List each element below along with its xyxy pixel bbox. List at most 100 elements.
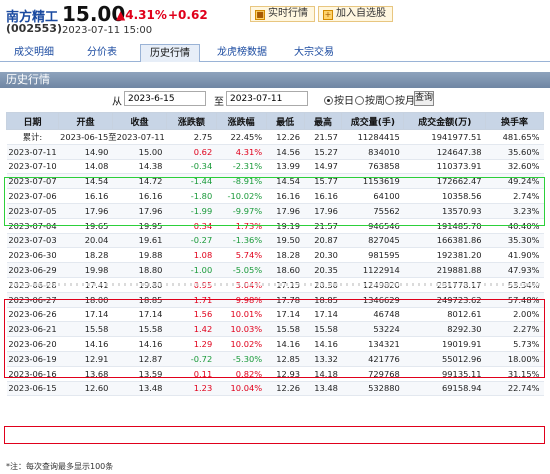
cell-turnover: 32.60% [485, 159, 544, 175]
cell-date: 2023-07-04 [6, 218, 59, 234]
cell-close: 18.80 [112, 262, 167, 278]
table-row: 2023-07-05 17.96 17.96 -1.99 -9.97% 17.96 17.9… [6, 203, 544, 219]
cell-low: 17.14 [266, 307, 305, 323]
cell-volume: 64100 [341, 188, 404, 204]
table-row: 2023-07-06 16.16 16.16 -1.80 -10.02% 16.16 16.… [6, 188, 544, 204]
cell-low: 14.54 [266, 173, 305, 190]
cell-high: 20.87 [304, 233, 342, 249]
cell-change: 1.23 [166, 381, 217, 397]
cell-amount: 219881.88 [403, 262, 486, 278]
radio-dot-icon [324, 96, 333, 105]
cell-turnover: 41.90% [485, 247, 544, 264]
cell-volume: 981595 [341, 247, 404, 264]
radio-by-day[interactable]: 按日 [324, 92, 354, 107]
table-row: 2023-07-03 20.04 19.61 -0.27 -1.36% 19.50 20.8… [6, 233, 544, 249]
cell-change: 0.11 [166, 366, 217, 382]
table-row: 2023-07-07 14.54 14.72 -1.44 -8.91% 14.54 15.7… [6, 173, 544, 190]
cell-volume: 46748 [341, 307, 404, 323]
cell-change-pct: -5.05% [216, 262, 267, 278]
cell-turnover: 2.27% [485, 321, 544, 338]
tab-price-table[interactable]: 分价表 [72, 44, 132, 62]
table-row: 2023-06-26 17.14 17.14 1.56 10.01% 17.14 17.14… [6, 307, 544, 323]
cell-date: 2023-07-10 [6, 159, 59, 175]
cell-high: 20.35 [304, 262, 342, 278]
radio-by-week[interactable]: 按周 [355, 92, 385, 107]
radio-dot-icon [385, 96, 394, 105]
cell-low: 17.96 [266, 203, 305, 219]
cell-close: 14.16 [112, 336, 167, 352]
cell-open: 12.91 [58, 351, 113, 367]
cell-open: 14.90 [58, 144, 113, 160]
square-icon: ■ [255, 10, 265, 20]
cell-amount: 1941977.51 [403, 129, 486, 145]
cell-change: -1.80 [166, 188, 217, 204]
cell-change-pct: 10.04% [216, 381, 267, 397]
plus-icon: + [323, 10, 333, 20]
cell-high: 16.16 [304, 188, 342, 204]
cell-turnover: 35.60% [485, 144, 544, 160]
cell-amount: 110373.91 [403, 159, 486, 175]
cell-low: 12.85 [266, 351, 305, 367]
cell-amount: 13570.93 [403, 203, 486, 219]
cell-volume: 75562 [341, 203, 404, 219]
cell-volume: 532880 [341, 381, 404, 397]
cell-change: 1.71 [166, 292, 217, 308]
col-volume: 成交量(手) [341, 112, 405, 130]
cell-close: 14.72 [112, 173, 167, 190]
col-change-pct: 涨跌幅 [215, 112, 267, 130]
cell-date: 2023-06-16 [6, 366, 59, 382]
cell-high: 13.32 [304, 351, 342, 367]
cell-date: 2023-06-15 [6, 381, 59, 397]
col-turnover: 换手率 [485, 112, 544, 130]
cell-change-pct: -2.31% [216, 159, 267, 175]
cell-amount: 172662.47 [403, 173, 486, 190]
table-row: 2023-06-27 18.00 18.85 1.71 9.98% 17.78 18.85 1… [6, 292, 544, 308]
tab-trade-details[interactable]: 成交明细 [4, 44, 64, 62]
from-date-input[interactable] [124, 91, 206, 106]
cell-low: 16.16 [266, 188, 305, 204]
cell-change: 0.62 [166, 144, 217, 160]
cell-high: 14.97 [304, 159, 342, 175]
cell-amount: 19019.91 [403, 336, 486, 352]
cell-turnover: 3.23% [485, 203, 544, 219]
cell-volume: 11284415 [341, 129, 404, 145]
to-date-input[interactable] [226, 91, 308, 106]
cell-change-pct: 10.01% [216, 307, 267, 323]
tab-block-trades[interactable]: 大宗交易 [284, 44, 344, 62]
query-button[interactable]: 查询 [414, 91, 434, 106]
cell-date: 2023-06-26 [6, 307, 59, 323]
tab-dragon-tiger[interactable]: 龙虎榜数据 [212, 44, 272, 62]
cell-high: 15.58 [304, 321, 342, 338]
cell-volume: 729768 [341, 366, 404, 382]
cell-change-pct: -1.36% [216, 233, 267, 249]
cell-turnover: 2.00% [485, 307, 544, 323]
realtime-quote-button[interactable]: ■ 实时行情 [250, 6, 315, 22]
cell-date: 2023-06-19 [6, 351, 59, 367]
add-watchlist-button[interactable]: + 加入自选股 [318, 6, 393, 22]
table-row: 2023-06-30 18.28 19.88 1.08 5.74% 18.28 20.30 9… [6, 247, 544, 264]
table-row: 2023-06-15 12.60 13.48 1.23 10.04% 12.26 13.48… [6, 381, 544, 397]
cell-close: 19.95 [112, 218, 167, 234]
cell-change-pct: 22.45% [216, 129, 267, 145]
stock-header: 南方精工 (002553) 15.00 ▲4.31% +0.62 2023-07… [0, 0, 550, 38]
cell-low: 12.26 [266, 381, 305, 397]
radio-by-month[interactable]: 按月 [385, 92, 415, 107]
cell-change-pct: -10.02% [216, 188, 267, 204]
cell-date: 2023-07-11 [6, 144, 59, 160]
cell-volume: 1346629 [341, 292, 404, 308]
query-bar: 从 至 按日 按周 按月 查询 [0, 91, 550, 108]
cell-change-pct: 10.03% [216, 321, 267, 338]
cell-turnover: 40.40% [485, 218, 544, 234]
cell-change: -0.27 [166, 233, 217, 249]
from-label: 从 [112, 97, 122, 108]
cell-turnover: 2.74% [485, 188, 544, 204]
cell-open: 17.14 [58, 307, 113, 323]
cell-turnover: 31.15% [485, 366, 544, 382]
col-low: 最低 [265, 112, 305, 130]
cell-high: 13.48 [304, 381, 342, 397]
cell-close: 15.58 [112, 321, 167, 338]
col-high: 最高 [303, 112, 343, 130]
tab-history[interactable]: 历史行情 [140, 44, 200, 62]
cell-open: 19.65 [58, 218, 113, 234]
col-close: 收盘 [111, 112, 167, 130]
